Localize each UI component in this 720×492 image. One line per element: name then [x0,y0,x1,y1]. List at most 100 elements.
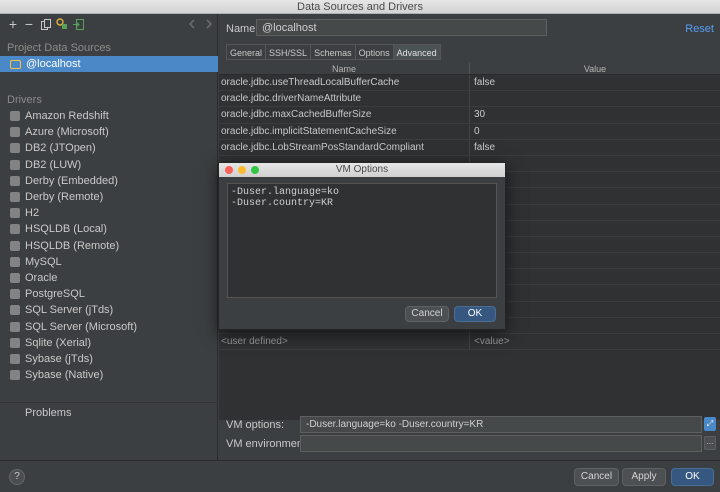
driver-item[interactable]: HSQLDB (Remote) [0,238,218,254]
driver-icon [10,321,20,332]
property-value[interactable] [470,205,720,220]
driver-icon [10,337,20,348]
forward-icon[interactable] [200,16,216,32]
vm-options-textarea[interactable]: -Duser.language=ko -Duser.country=KR [227,183,497,298]
property-name[interactable]: oracle.jdbc.useThreadLocalBufferCache [219,75,470,91]
property-name[interactable]: oracle.jdbc.maxCachedBufferSize [219,107,470,123]
add-icon[interactable]: + [5,16,21,32]
driver-icon [10,192,20,203]
property-value[interactable]: 0 [470,124,720,139]
property-value[interactable]: false [470,75,720,90]
driver-label: SQL Server (jTds) [25,304,114,317]
driver-label: Oracle [25,271,58,284]
data-source-item[interactable]: @localhost [0,56,218,72]
name-input[interactable] [256,19,547,36]
close-icon[interactable] [225,166,233,174]
browse-button[interactable]: ... [704,436,716,450]
vm-environment-label: VM environment: [226,438,310,450]
property-name[interactable]: oracle.jdbc.LobStreamPosStandardComplian… [219,139,470,155]
dialog-title: VM Options [335,164,389,175]
name-label: Name: [226,23,259,35]
property-value[interactable] [470,221,720,236]
driver-item[interactable]: PostgreSQL [0,286,218,302]
value-column-header[interactable]: Value [470,63,720,74]
driver-icon [10,208,20,219]
driver-item[interactable]: Oracle [0,270,218,286]
driver-item[interactable]: DB2 (LUW) [0,157,218,173]
property-value[interactable] [470,318,720,333]
tab-advanced[interactable]: Advanced [392,44,441,60]
driver-label: HSQLDB (Remote) [25,239,120,252]
property-value[interactable]: 30 [470,107,720,122]
driver-settings-icon[interactable] [54,16,70,32]
property-value[interactable] [470,253,720,268]
data-source-label: @localhost [26,58,81,70]
reset-link[interactable]: Reset [685,23,714,35]
maximize-icon[interactable] [251,166,259,174]
import-icon[interactable] [70,16,86,32]
dialog-cancel-button[interactable]: Cancel [405,306,449,322]
driver-item[interactable]: MySQL [0,254,218,270]
copy-icon[interactable] [38,16,54,32]
table-row[interactable]: oracle.jdbc.driverNameAttribute [219,91,720,108]
driver-item[interactable]: Derby (Embedded) [0,173,218,189]
driver-label: Sybase (jTds) [25,352,93,365]
property-name[interactable]: oracle.jdbc.driverNameAttribute [219,91,470,107]
property-value[interactable] [470,91,720,106]
table-row[interactable]: <user defined> <value> [219,334,720,351]
property-value[interactable] [470,285,720,300]
driver-label: Derby (Embedded) [25,174,118,187]
property-name[interactable]: <user defined> [219,334,470,350]
dialog-titlebar: VM Options [219,163,505,177]
driver-item[interactable]: Azure (Microsoft) [0,124,218,140]
table-row[interactable]: oracle.jdbc.LobStreamPosStandardComplian… [219,139,720,156]
property-name[interactable]: oracle.jdbc.implicitStatementCacheSize [219,123,470,139]
property-value[interactable] [470,156,720,171]
tab-schemas[interactable]: Schemas [310,44,355,60]
vm-environment-input[interactable] [300,435,702,452]
property-value[interactable] [470,302,720,317]
table-row[interactable]: oracle.jdbc.implicitStatementCacheSize 0 [219,123,720,140]
remove-icon[interactable]: − [21,16,37,32]
driver-item[interactable]: Sybase (jTds) [0,351,218,367]
property-value[interactable] [470,237,720,252]
cancel-button[interactable]: Cancel [574,468,619,486]
back-icon[interactable] [185,16,201,32]
driver-item[interactable]: DB2 (JTOpen) [0,140,218,156]
driver-item[interactable]: Derby (Remote) [0,189,218,205]
dialog-ok-button[interactable]: OK [454,306,496,322]
table-row[interactable]: oracle.jdbc.useThreadLocalBufferCache fal… [219,75,720,92]
property-value[interactable] [470,188,720,203]
driver-icon [10,305,20,316]
driver-item[interactable]: HSQLDB (Local) [0,221,218,237]
driver-label: Derby (Remote) [25,191,104,204]
minimize-icon[interactable] [238,166,246,174]
property-value[interactable] [470,172,720,187]
driver-item[interactable]: SQL Server (jTds) [0,302,218,318]
tab-ssh-ssl[interactable]: SSH/SSL [265,44,311,60]
driver-item[interactable]: Sybase (Native) [0,367,218,383]
driver-label: Azure (Microsoft) [25,126,109,139]
property-value[interactable]: <value> [470,334,720,349]
vm-options-dialog: VM Options -Duser.language=ko -Duser.cou… [218,162,506,330]
name-column-header[interactable]: Name [219,63,470,74]
driver-item[interactable]: Sqlite (Xerial) [0,335,218,351]
driver-icon [10,159,20,170]
driver-item[interactable]: SQL Server (Microsoft) [0,318,218,334]
driver-item[interactable]: Amazon Redshift [0,108,218,124]
apply-button[interactable]: Apply [622,468,666,486]
expand-icon[interactable]: ⤢ [704,417,716,431]
tab-general[interactable]: General [226,44,266,60]
ok-button[interactable]: OK [671,468,714,486]
table-row[interactable]: oracle.jdbc.maxCachedBufferSize 30 [219,107,720,124]
driver-label: SQL Server (Microsoft) [25,320,138,333]
driver-label: Sqlite (Xerial) [25,336,92,349]
help-icon[interactable]: ? [9,469,25,485]
problems-item[interactable]: Problems [0,402,218,422]
property-value[interactable]: false [470,140,720,155]
property-value[interactable] [470,269,720,284]
tab-options[interactable]: Options [354,44,393,60]
driver-item[interactable]: H2 [0,205,218,221]
driver-label: MySQL [25,255,62,268]
vm-options-input[interactable]: -Duser.language=ko -Duser.country=KR [300,416,702,433]
